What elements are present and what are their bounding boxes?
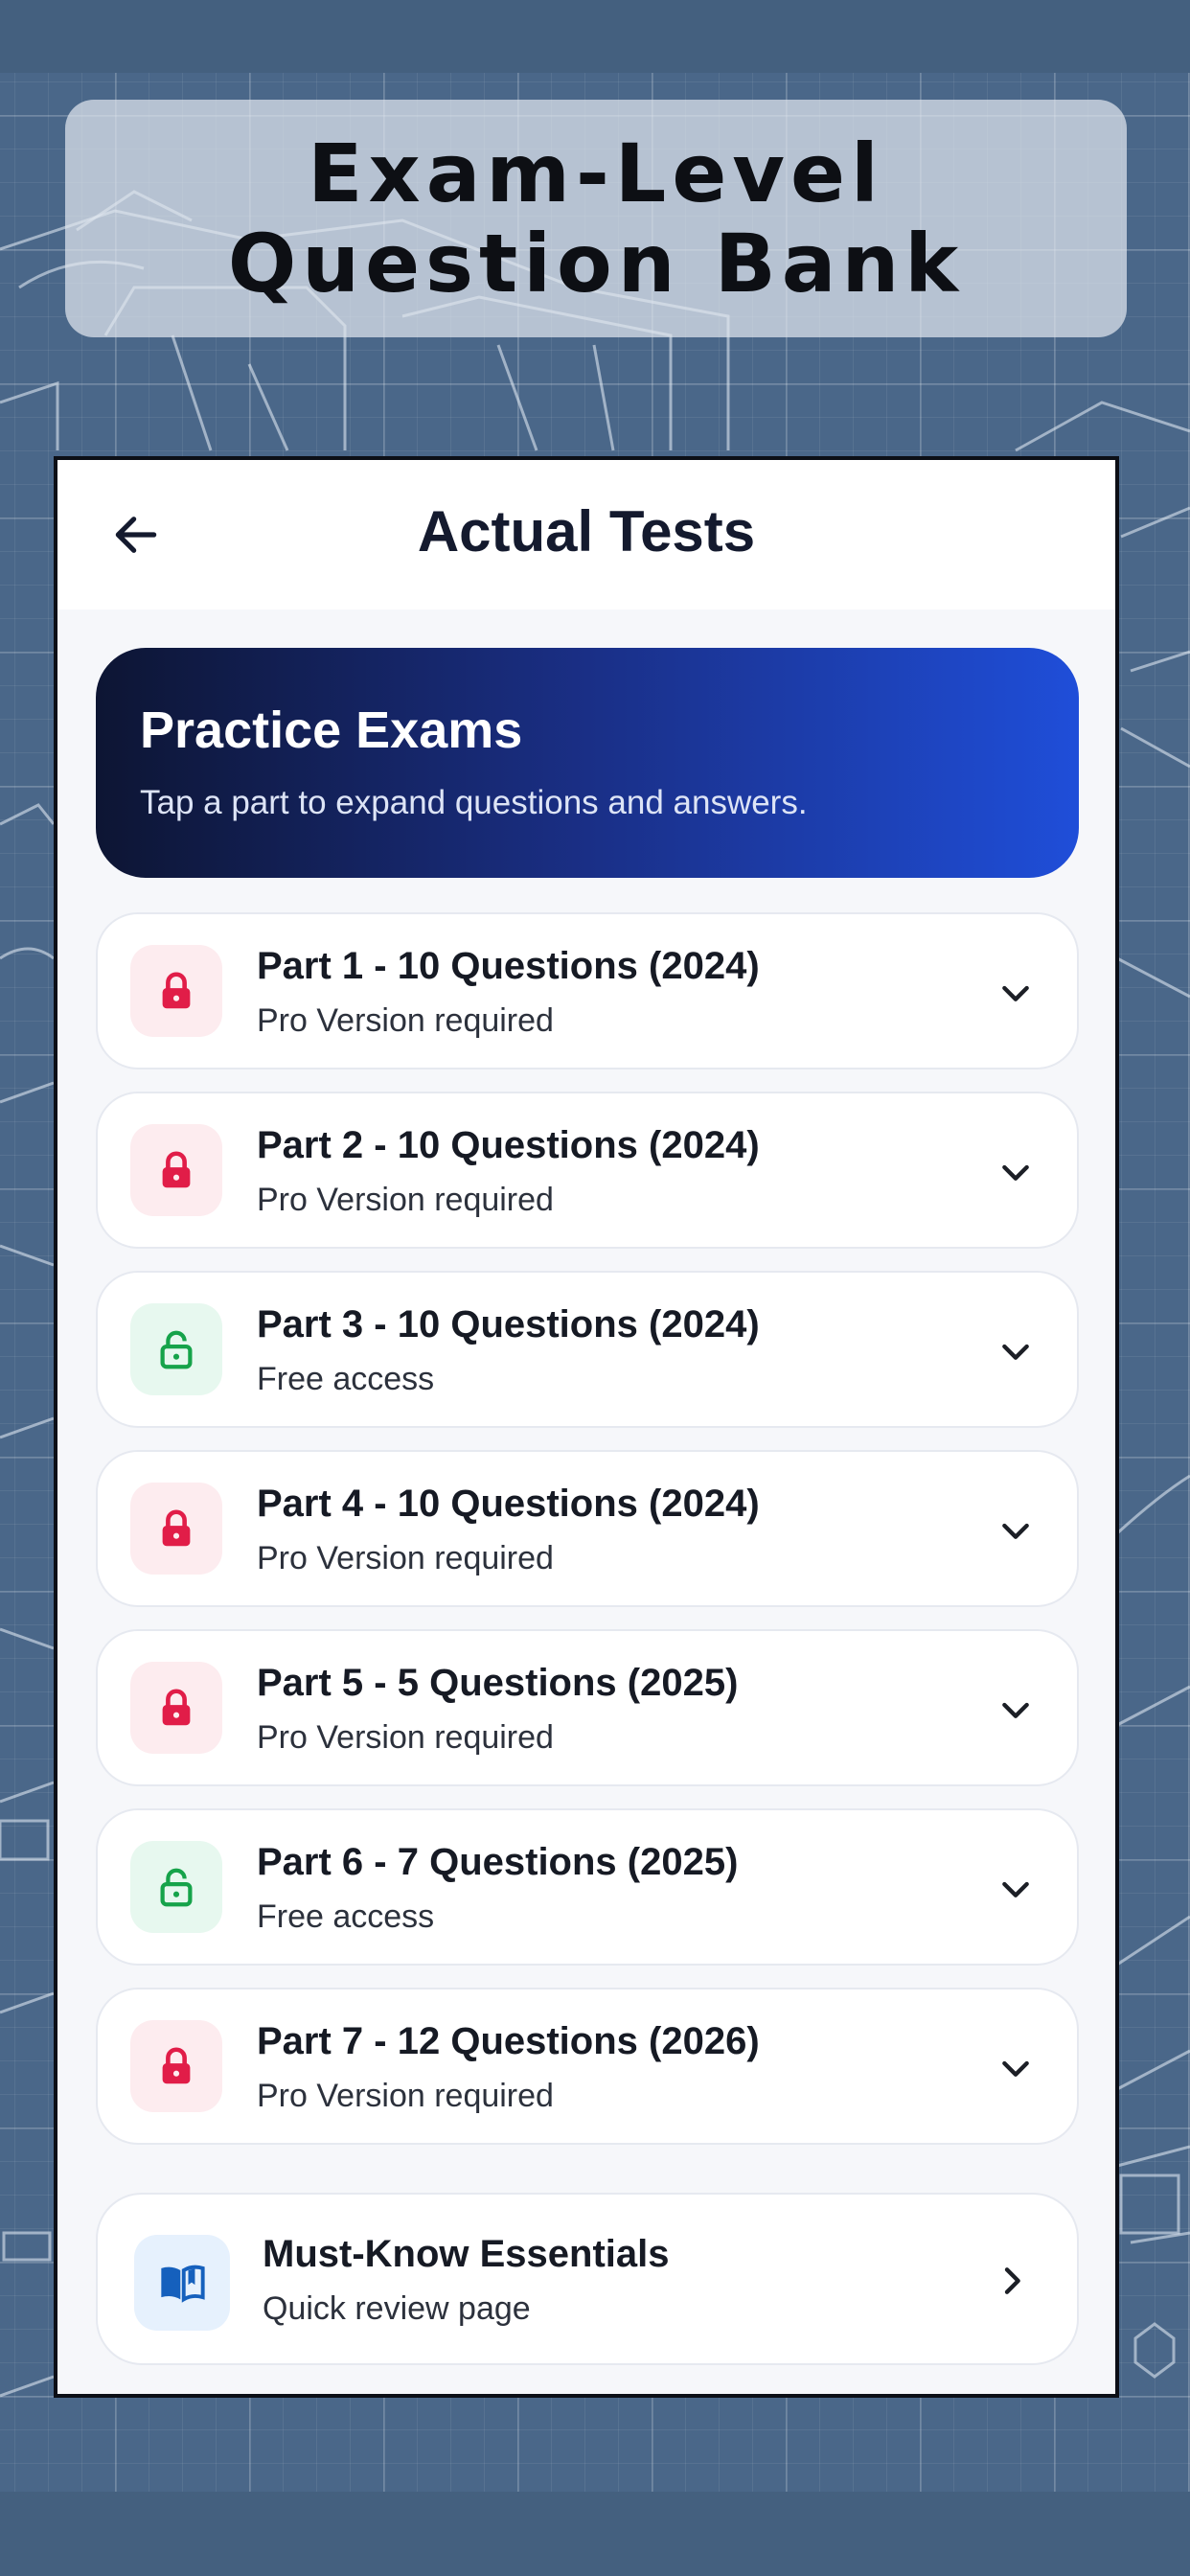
- title-banner: Exam-Level Question Bank: [65, 100, 1127, 337]
- lock-icon: [162, 2047, 191, 2084]
- lock-badge: [130, 1662, 222, 1754]
- lock-badge: [130, 1124, 222, 1216]
- app-screen: Actual Tests Practice Exams Tap a part t…: [54, 456, 1119, 2398]
- part-title: Part 6 - 7 Questions (2025): [257, 1841, 739, 1883]
- part-title: Part 5 - 5 Questions (2025): [257, 1662, 739, 1704]
- practice-exams-header-card: Practice Exams Tap a part to expand ques…: [96, 648, 1079, 878]
- chevron-down-icon[interactable]: [993, 1507, 1039, 1553]
- part-card-5[interactable]: Part 5 - 5 Questions (2025) Pro Version …: [96, 1629, 1079, 1786]
- chevron-right-icon: [989, 2258, 1035, 2304]
- unlock-badge: [130, 1841, 222, 1933]
- part-status: Pro Version required: [257, 1002, 554, 1039]
- part-title: Part 1 - 10 Questions (2024): [257, 945, 760, 987]
- part-title: Part 2 - 10 Questions (2024): [257, 1124, 760, 1166]
- part-card-6[interactable]: Part 6 - 7 Questions (2025) Free access: [96, 1808, 1079, 1966]
- unlock-icon: [160, 1330, 193, 1369]
- chevron-down-icon[interactable]: [993, 1866, 1039, 1912]
- lock-badge: [130, 2020, 222, 2112]
- lock-icon: [162, 1689, 191, 1726]
- app-bar: Actual Tests: [57, 460, 1115, 610]
- chevron-down-icon[interactable]: [993, 2045, 1039, 2091]
- banner-title-line-1: Exam-Level: [308, 126, 884, 220]
- lock-badge: [130, 1483, 222, 1575]
- lock-badge: [130, 945, 222, 1037]
- part-card-4[interactable]: Part 4 - 10 Questions (2024) Pro Version…: [96, 1450, 1079, 1607]
- chevron-down-icon[interactable]: [993, 1687, 1039, 1733]
- part-card-3[interactable]: Part 3 - 10 Questions (2024) Free access: [96, 1271, 1079, 1428]
- part-status: Pro Version required: [257, 1719, 554, 1756]
- banner-title-line-2: Question Bank: [227, 217, 965, 310]
- lock-icon: [162, 1151, 191, 1188]
- part-title: Part 7 - 12 Questions (2026): [257, 2020, 760, 2062]
- book-badge: [134, 2235, 230, 2331]
- part-status: Pro Version required: [257, 1540, 554, 1576]
- lock-icon: [162, 972, 191, 1009]
- chevron-down-icon[interactable]: [993, 1328, 1039, 1374]
- part-title: Part 4 - 10 Questions (2024): [257, 1483, 760, 1525]
- unlock-icon: [160, 1868, 193, 1907]
- open-book-icon: [161, 2265, 205, 2303]
- page-title: Actual Tests: [417, 499, 756, 564]
- part-card-1[interactable]: Part 1 - 10 Questions (2024) Pro Version…: [96, 912, 1079, 1070]
- chevron-down-icon[interactable]: [993, 1149, 1039, 1195]
- part-status: Pro Version required: [257, 2078, 554, 2114]
- unlock-badge: [130, 1303, 222, 1395]
- part-status: Free access: [257, 1361, 435, 1397]
- part-status: Free access: [257, 1898, 435, 1935]
- essentials-subtitle: Quick review page: [263, 2290, 531, 2327]
- part-status: Pro Version required: [257, 1182, 554, 1218]
- part-title: Part 3 - 10 Questions (2024): [257, 1303, 760, 1346]
- hero-title: Practice Exams: [140, 702, 523, 759]
- chevron-down-icon[interactable]: [993, 970, 1039, 1016]
- part-card-7[interactable]: Part 7 - 12 Questions (2026) Pro Version…: [96, 1988, 1079, 2145]
- must-know-essentials-card[interactable]: Must-Know Essentials Quick review page: [96, 2193, 1079, 2365]
- part-card-2[interactable]: Part 2 - 10 Questions (2024) Pro Version…: [96, 1092, 1079, 1249]
- hero-subtitle: Tap a part to expand questions and answe…: [140, 784, 808, 821]
- essentials-title: Must-Know Essentials: [263, 2233, 670, 2275]
- lock-icon: [162, 1509, 191, 1547]
